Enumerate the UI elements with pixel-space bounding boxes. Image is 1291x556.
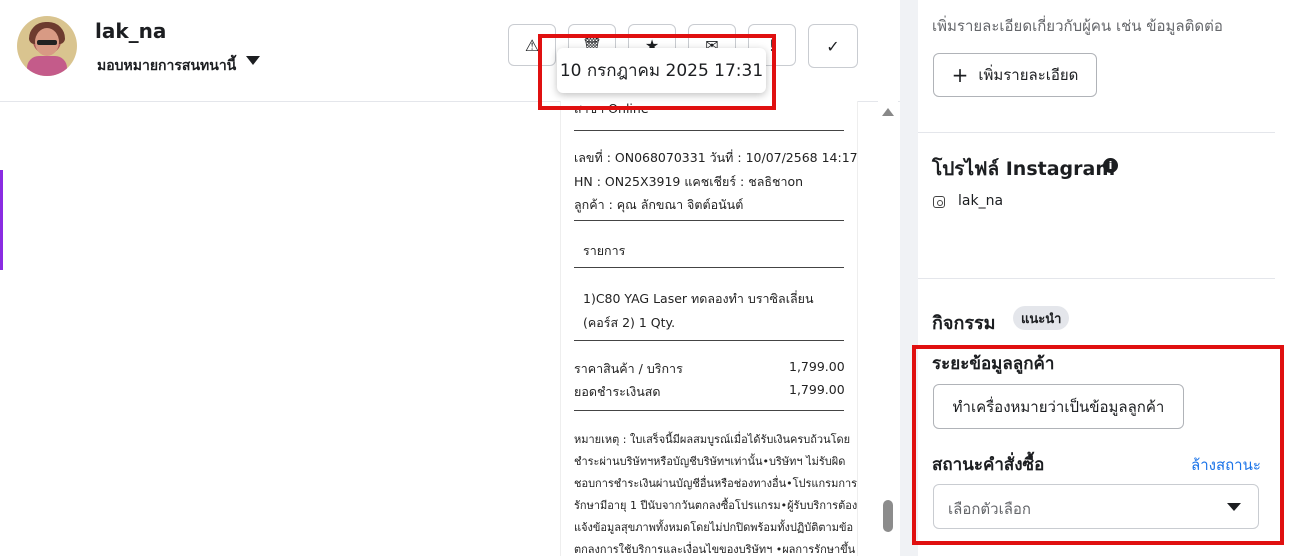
receipt-item-qty: (คอร์ส 2) 1 Qty. <box>583 315 676 330</box>
divider <box>918 132 1275 133</box>
receipt-customer: ลูกค้า : คุณ ลักขณา จิตต์อนันต์ <box>574 197 744 212</box>
assign-conversation-label[interactable]: มอบหมายการสนทนานี้ <box>97 55 236 77</box>
receipt-note: แจ้งข้อมูลสุขภาพทั้งหมดโดยไม่ปกปิดพร้อมท… <box>574 521 854 534</box>
add-details-button[interactable]: + เพิ่มรายละเอียด <box>933 53 1097 97</box>
caret-down-icon[interactable] <box>246 56 260 65</box>
scrollbar-thumb[interactable] <box>883 500 893 532</box>
receipt-item: 1)C80 YAG Laser ทดลองทำ บราซิลเลี่ยน <box>583 291 814 306</box>
receipt-number: เลขที่ : ON068070331 วันที่ : 10/07/2568… <box>574 150 858 165</box>
receipt-price-value: 1,799.00 <box>789 359 845 374</box>
receipt-note: ชอบการชำระเงินผ่านบัญชีอื่นหรือช่องทางอื… <box>574 477 858 490</box>
receipt-divider <box>574 220 844 221</box>
receipt-divider <box>574 340 844 341</box>
avatar[interactable] <box>17 16 77 76</box>
receipt-note: ชำระผ่านบริษัทฯหรือบัญชีบริษัทฯเท่านั้น•… <box>574 455 846 468</box>
receipt-note: ตกลงการใช้บริการและเงื่อนไขของบริษัทฯ •ผ… <box>574 543 856 556</box>
receipt-divider <box>574 267 844 268</box>
receipt-note: หมายเหตุ : ใบเสร็จนี้มีผลสมบูรณ์เมื่อได้… <box>574 433 851 446</box>
receipt-items-header: รายการ <box>583 243 626 258</box>
scrollbar[interactable] <box>878 101 898 556</box>
mark-done-button[interactable]: ✓ <box>808 24 858 68</box>
receipt-divider <box>574 130 844 131</box>
instagram-icon <box>933 196 945 208</box>
check-icon: ✓ <box>826 36 840 56</box>
receipt-hn: HN : ON25X3919 แคชเชียร์ : ชลธิชาon <box>574 174 804 189</box>
receipt-total-label: ยอดชำระเงินสด <box>574 384 661 399</box>
receipt-total-value: 1,799.00 <box>789 382 845 397</box>
highlight-box <box>912 345 1284 545</box>
scroll-up-arrow-icon[interactable] <box>882 108 894 116</box>
plus-icon: + <box>951 63 969 87</box>
highlight-box <box>538 34 776 110</box>
username[interactable]: lak_na <box>95 19 166 43</box>
receipt-note: รักษามีอายุ 1 ปีนับจากวันตกลงซื้อโปรแกรม… <box>574 499 858 512</box>
activity-title: กิจกรรม <box>932 313 996 334</box>
info-icon[interactable]: i <box>1103 158 1118 173</box>
add-details-label: เพิ่มรายละเอียด <box>978 66 1079 84</box>
receipt-price-label: ราคาสินค้า / บริการ <box>574 361 683 376</box>
divider <box>918 278 1275 279</box>
recommended-badge: แนะนำ <box>1013 306 1070 330</box>
receipt-divider <box>574 410 844 411</box>
details-description: เพิ่มรายละเอียดเกี่ยวกับผู้คน เช่น ข้อมู… <box>932 17 1223 35</box>
instagram-handle[interactable]: lak_na <box>958 193 1003 209</box>
instagram-profile-title: โปรไฟล์ Instagram <box>932 158 1116 180</box>
accent-bar <box>0 170 3 270</box>
receipt-image[interactable]: สาขา Online เลขที่ : ON068070331 วันที่ … <box>560 101 858 556</box>
